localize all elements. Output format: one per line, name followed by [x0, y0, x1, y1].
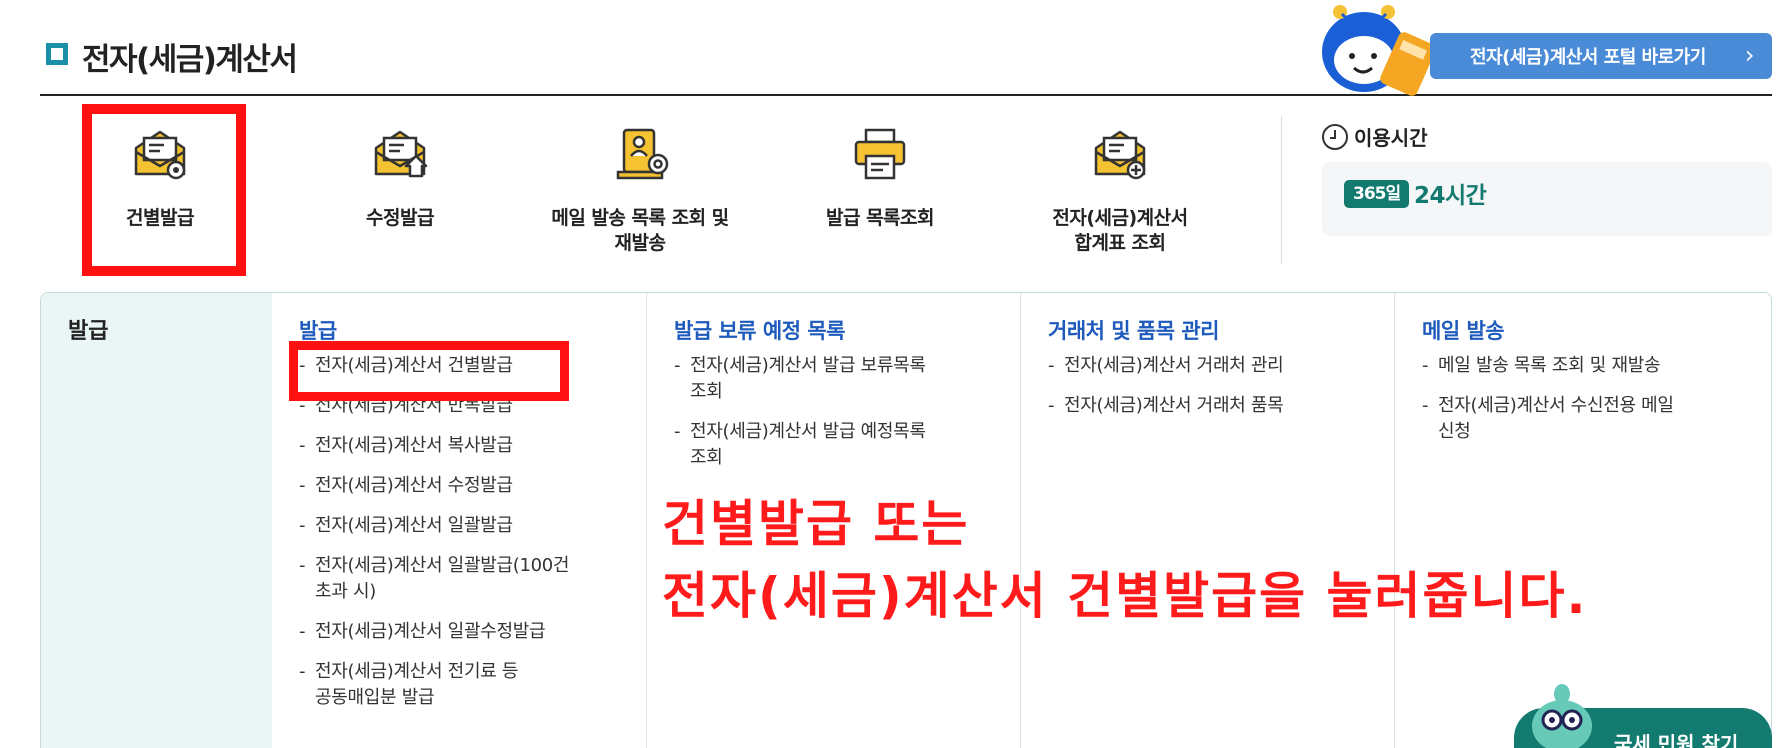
list-item[interactable]: 전자(세금)계산서 발급 예정목록 조회	[674, 419, 926, 471]
quick-item-mail-list[interactable]: 메일 발송 목록 조회 및 재발송	[520, 100, 760, 280]
list-item[interactable]: 전자(세금)계산서 전기료 등 공동매입분 발급	[299, 659, 569, 711]
column-list: 전자(세금)계산서 발급 보류목록 조회 전자(세금)계산서 발급 예정목록 조…	[674, 353, 926, 485]
usage-time-title: 이용시간	[1354, 126, 1428, 150]
usage-time: 이용시간 365일 24시간	[1322, 118, 1772, 238]
tax-inquiry-label: 국세 민원 찾기	[1614, 732, 1739, 748]
list-item[interactable]: 전자(세금)계산서 수정발급	[299, 473, 569, 499]
highlight-box-list-item	[289, 341, 569, 401]
chevron-right-icon: ›	[1744, 41, 1755, 69]
usage-time-heading: 이용시간	[1322, 122, 1428, 151]
list-item[interactable]: 전자(세금)계산서 일괄발급(100건 초과 시)	[299, 553, 569, 605]
document-at-icon	[616, 128, 669, 180]
mascot-glasses-icon	[1532, 684, 1592, 748]
list-item[interactable]: 전자(세금)계산서 일괄발급	[299, 513, 569, 539]
envelope-plus-icon	[1094, 130, 1146, 180]
annotation-line: 건별발급 또는	[662, 495, 970, 553]
list-item[interactable]: 전자(세금)계산서 복사발급	[299, 433, 569, 459]
quick-item-label: 전자(세금)계산서 합계표 조회	[1052, 207, 1188, 254]
clock-icon	[1322, 123, 1348, 150]
title-square-icon	[46, 43, 68, 65]
column-heading[interactable]: 발급 보류 예정 목록	[674, 315, 846, 345]
portal-shortcut-label: 전자(세금)계산서 포털 바로가기	[1470, 47, 1706, 68]
quick-item-label: 메일 발송 목록 조회 및 재발송	[551, 207, 729, 254]
quick-item-label: 수정발급	[366, 207, 434, 229]
column-list: 전자(세금)계산서 건별발급 전자(세금)계산서 반복발급 전자(세금)계산서 …	[299, 353, 569, 725]
quick-item-amend-issue[interactable]: 수정발급	[280, 100, 520, 280]
column-list: 전자(세금)계산서 거래처 관리 전자(세금)계산서 거래처 품목	[1048, 353, 1284, 433]
page-title: 전자(세금)계산서	[82, 42, 298, 78]
annotation-text: 건별발급 또는 전자(세금)계산서 건별발급을 눌러줍니다.	[662, 488, 1588, 632]
quick-item-label: 발급 목록조회	[826, 207, 935, 229]
highlight-box-quick-item	[82, 104, 246, 276]
list-item[interactable]: 전자(세금)계산서 발급 보류목록 조회	[674, 353, 926, 405]
usage-time-box: 365일 24시간	[1322, 162, 1772, 236]
hours-text: 24시간	[1414, 183, 1487, 209]
list-item[interactable]: 전자(세금)계산서 거래처 관리	[1048, 353, 1284, 379]
quick-item-issue-list[interactable]: 발급 목록조회	[760, 100, 1000, 280]
panel-side-title: 발급	[68, 319, 109, 344]
column-heading[interactable]: 메일 발송	[1422, 315, 1505, 345]
days-badge: 365일	[1344, 180, 1410, 208]
printer-icon	[854, 128, 906, 180]
envelope-upload-icon	[374, 130, 428, 178]
quick-item-summary[interactable]: 전자(세금)계산서 합계표 조회	[1000, 100, 1240, 280]
page-header: 전자(세금)계산서 전자(세금)계산서 포털 바로가기 ›	[40, 0, 1772, 96]
column-heading[interactable]: 거래처 및 품목 관리	[1048, 315, 1220, 345]
list-item[interactable]: 전자(세금)계산서 수신전용 메일 신청	[1422, 393, 1674, 445]
list-item[interactable]: 전자(세금)계산서 일괄수정발급	[299, 619, 569, 645]
panel-side: 발급	[41, 293, 272, 748]
list-item[interactable]: 메일 발송 목록 조회 및 재발송	[1422, 353, 1674, 379]
annotation-line: 전자(세금)계산서 건별발급을 눌러줍니다.	[662, 567, 1588, 625]
portal-shortcut-button[interactable]: 전자(세금)계산서 포털 바로가기 ›	[1430, 33, 1772, 79]
list-item[interactable]: 전자(세금)계산서 거래처 품목	[1048, 393, 1284, 419]
divider	[1281, 116, 1282, 264]
column-list: 메일 발송 목록 조회 및 재발송 전자(세금)계산서 수신전용 메일 신청	[1422, 353, 1674, 459]
